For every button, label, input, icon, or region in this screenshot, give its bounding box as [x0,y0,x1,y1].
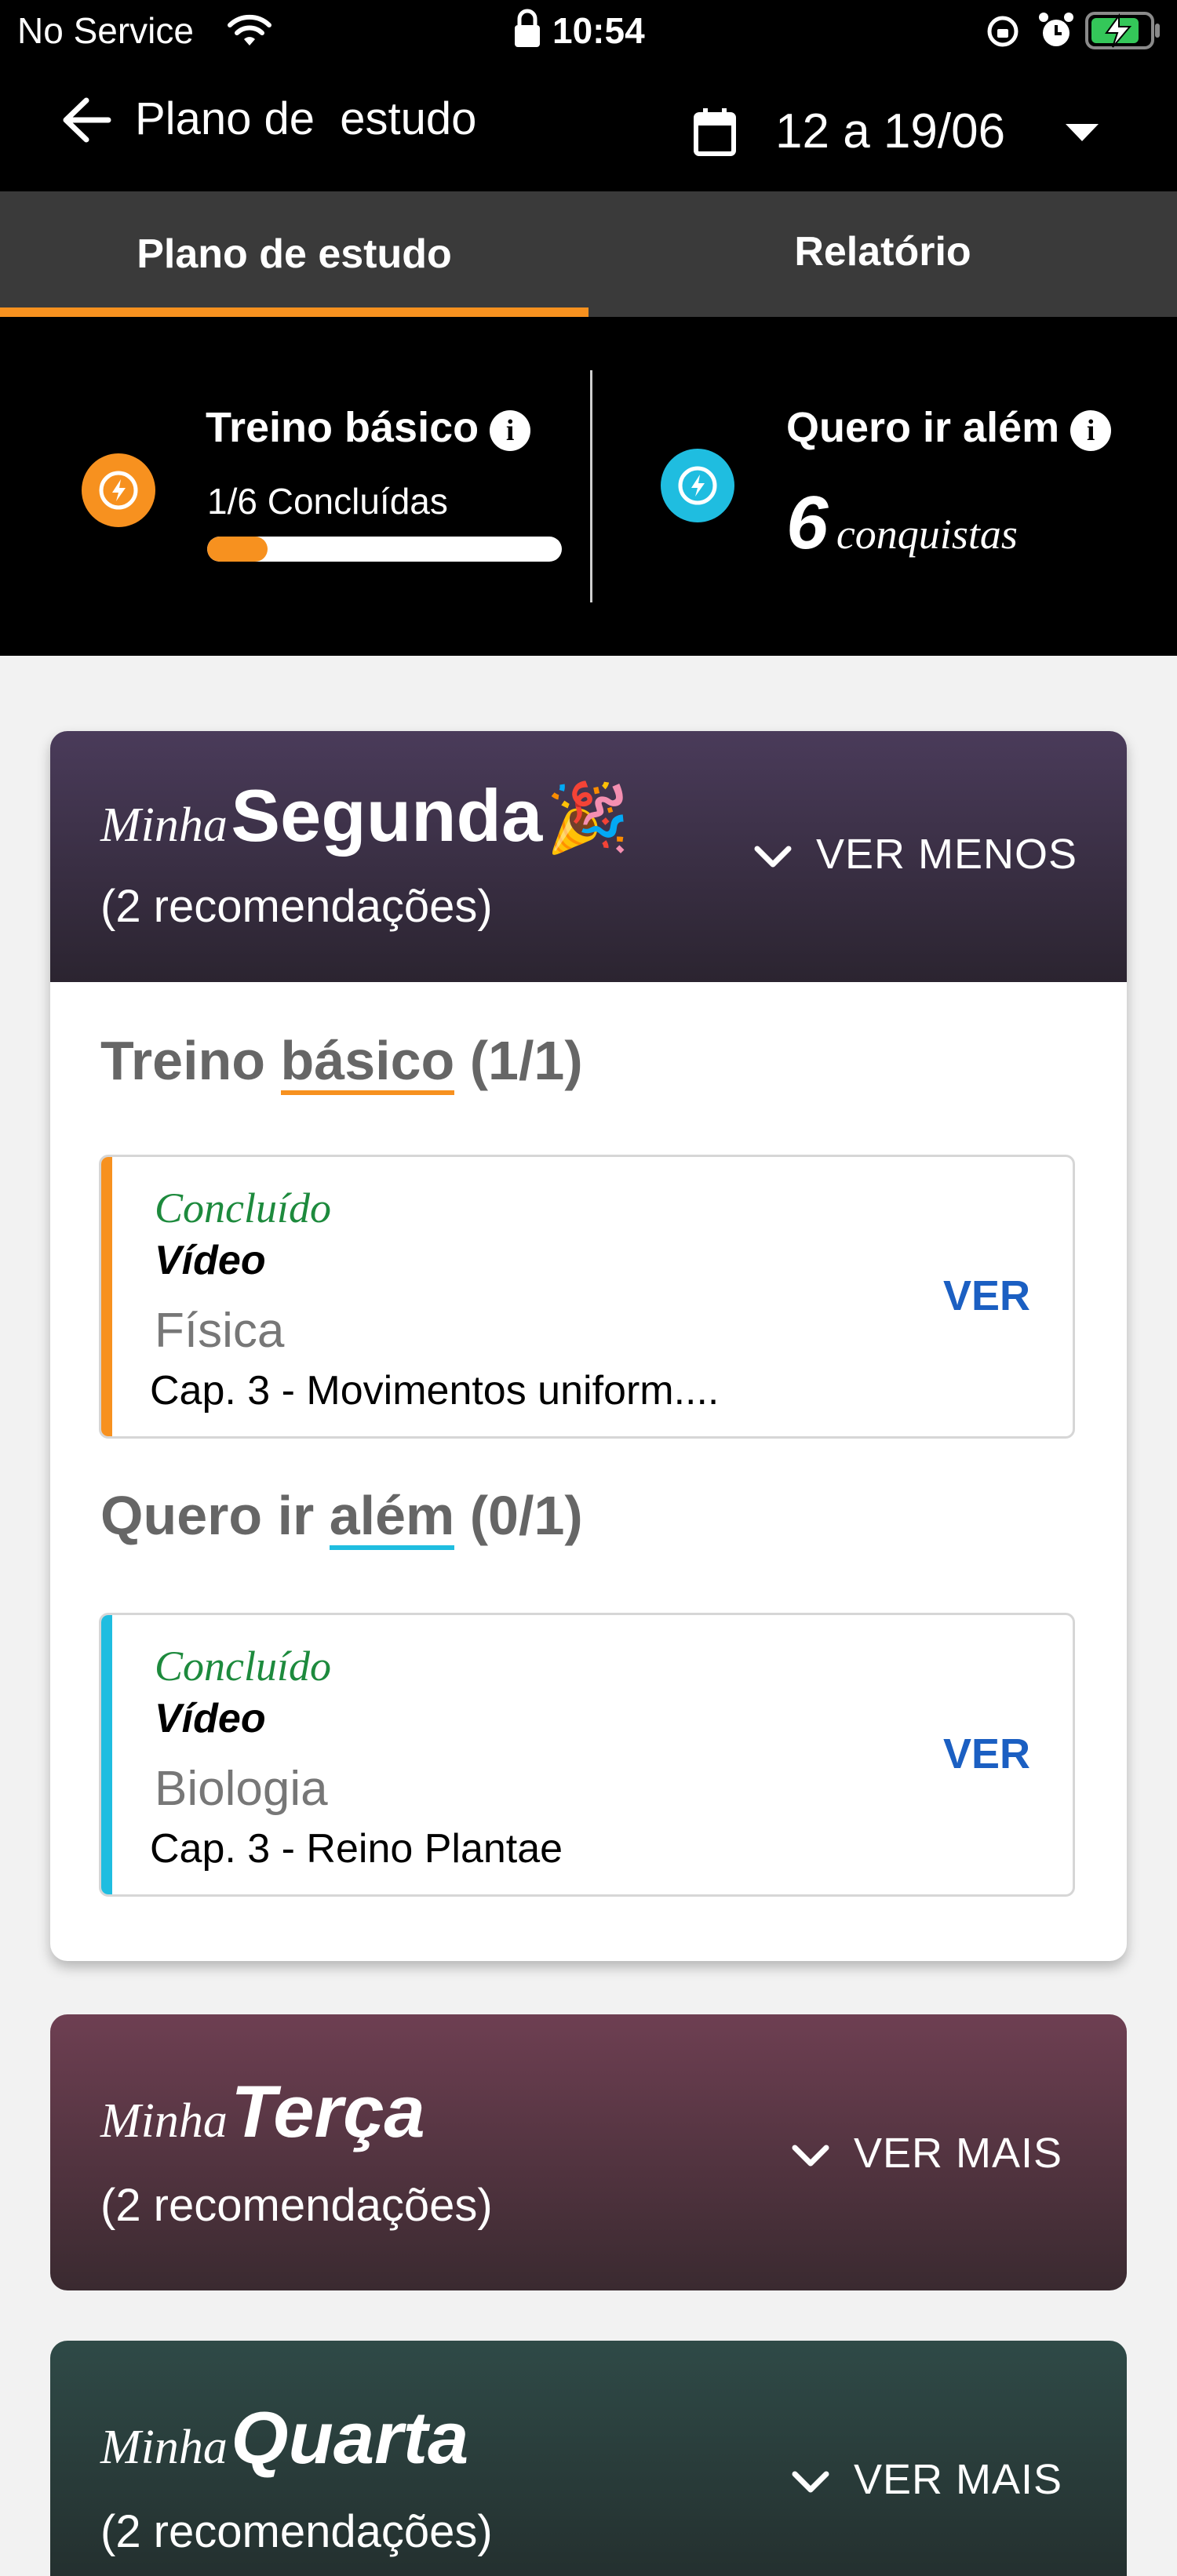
tab-bar: Plano de estudo Relatório [0,191,1177,317]
beyond-count-number: 6 [786,481,829,565]
item-chapter: Cap. 3 - Movimentos uniform.... [150,1368,720,1414]
lock-icon [515,9,540,47]
carrier-text: No Service [17,10,194,51]
chevron-down-icon [792,2471,829,2493]
day-prefix: Minha [100,2421,228,2474]
item-status: Concluído [155,1184,331,1232]
card-accent-bar [101,1157,112,1436]
section-title-count: (1/1) [469,1030,583,1091]
chevron-down-icon [792,2145,829,2167]
day-card-terca[interactable]: Minha Terça (2 recomendações) VER MAIS [50,2014,1127,2290]
info-icon[interactable]: i [490,409,531,451]
ver-button[interactable]: VER [943,1272,1030,1320]
beyond-count: 6 conquistas [786,480,1018,566]
recommendation-card-fisica[interactable]: Concluído Vídeo Física Cap. 3 - Moviment… [99,1155,1075,1439]
basic-progress-text: 1/6 Concluídas [207,481,448,522]
beyond-count-label: conquistas [836,511,1018,558]
summary-divider [590,370,592,602]
item-subject: Física [155,1304,285,1358]
day-name: Terça [231,2070,425,2152]
back-arrow-icon[interactable] [60,93,115,147]
basic-title: Treino básico i [206,403,531,452]
tab-relatorio[interactable]: Relatório [588,191,1177,317]
chevron-down-icon [754,846,792,868]
day-prefix: Minha [100,2094,228,2148]
day-name: Quarta [231,2396,469,2479]
day-title-quarta: Minha Quarta [100,2396,468,2480]
item-chapter: Cap. 3 - Reino Plantae [150,1826,563,1872]
rotation-lock-icon [987,16,1018,47]
section-title-start: Treino [100,1030,266,1091]
day-recommendations: (2 recomendações) [100,2180,493,2231]
ver-menos-button[interactable]: VER MENOS [753,830,1077,879]
card-accent-bar [101,1615,112,1894]
beyond-title: Quero ir além i [786,403,1112,452]
section-title-count: (0/1) [469,1485,583,1546]
section-title-beyond: Quero ir além (0/1) [100,1484,583,1550]
alarm-icon [1039,13,1073,46]
day-recommendations: (2 recomendações) [100,881,493,932]
day-name: Segunda [231,774,543,857]
date-range-selector[interactable]: 12 a 19/06 [684,100,1108,166]
bolt-icon-basic [82,453,155,527]
ver-mais-label: VER MAIS [854,2130,1063,2177]
ver-button[interactable]: VER [943,1730,1030,1778]
date-range-text: 12 a 19/06 [775,104,1006,158]
bolt-icon-beyond [661,449,734,522]
day-header-segunda[interactable]: Minha Segunda 🎉 (2 recomendações) VER ME… [50,731,1127,982]
day-card-segunda: Minha Segunda 🎉 (2 recomendações) VER ME… [50,731,1127,1961]
page-title: Plano de estudo [135,93,477,144]
section-title-start: Quero ir [100,1485,315,1546]
party-popper-emoji: 🎉 [545,780,630,856]
wifi-icon [228,14,271,45]
day-title-terca: Minha Terça [100,2069,425,2154]
section-title-basic: Treino básico (1/1) [100,1029,583,1095]
item-status: Concluído [155,1643,331,1690]
item-type: Vídeo [155,1696,266,1741]
basic-progress-fill [207,537,268,562]
basic-title-text: Treino básico [206,404,479,451]
ver-mais-button[interactable]: VER MAIS [791,2455,1062,2504]
ver-menos-label: VER MENOS [816,831,1078,878]
active-tab-indicator [0,307,588,317]
section-title-underlined: básico [280,1031,455,1095]
tab-plano-de-estudo[interactable]: Plano de estudo [0,191,588,317]
battery-icon [1085,12,1160,49]
section-title-underlined: além [329,1486,455,1550]
day-title-segunda: Minha Segunda 🎉 [100,773,630,858]
caret-down-icon [1066,124,1099,141]
day-prefix: Minha [100,799,228,852]
info-icon[interactable]: i [1070,409,1112,451]
clock-text: 10:54 [552,10,645,51]
basic-progress-bar [207,537,562,562]
calendar-icon [694,108,736,156]
item-type: Vídeo [155,1238,266,1283]
ver-mais-button[interactable]: VER MAIS [791,2129,1062,2178]
day-card-quarta[interactable]: Minha Quarta (2 recomendações) VER MAIS [50,2341,1127,2576]
beyond-title-text: Quero ir além [786,404,1060,451]
item-subject: Biologia [155,1762,328,1816]
day-recommendations: (2 recomendações) [100,2506,493,2557]
app-header: No Service 10:54 Plano de estudo 12 a 19… [0,0,1177,656]
recommendation-card-biologia[interactable]: Concluído Vídeo Biologia Cap. 3 - Reino … [99,1613,1075,1897]
ver-mais-label: VER MAIS [854,2456,1063,2503]
